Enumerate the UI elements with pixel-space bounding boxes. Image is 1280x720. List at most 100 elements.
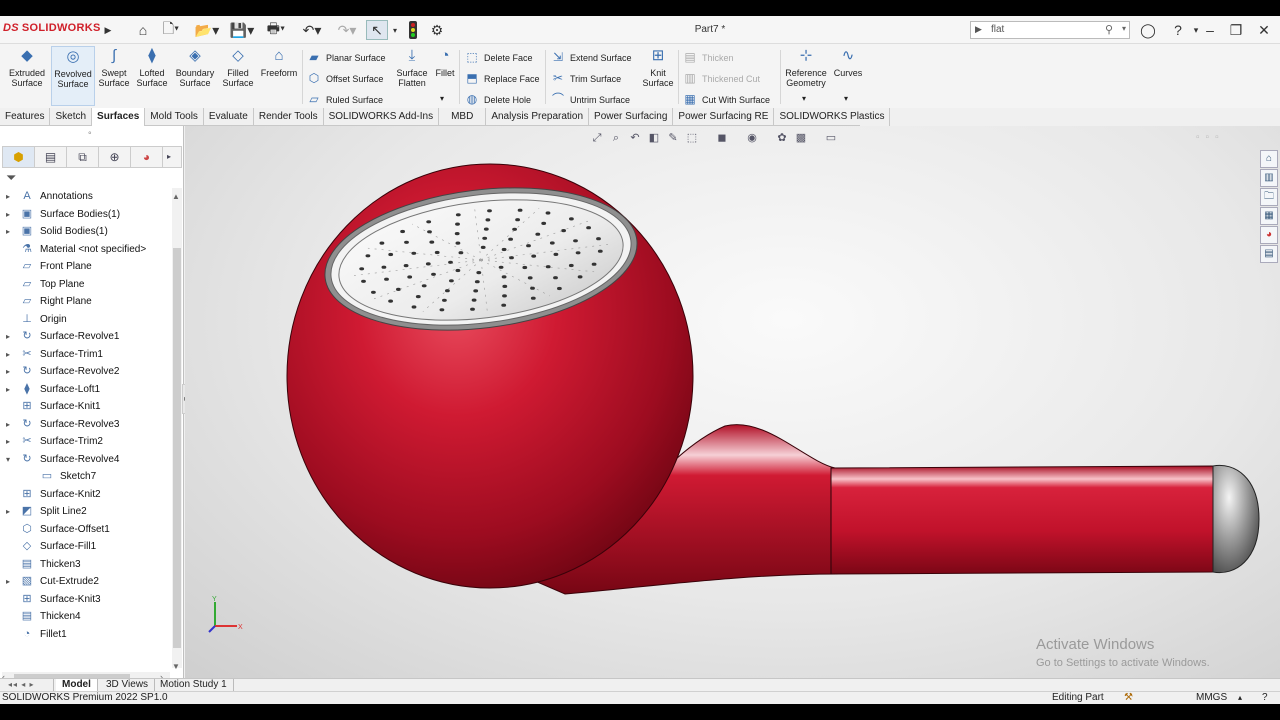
- extruded-surface-button[interactable]: ◆ Extruded Surface: [4, 46, 50, 106]
- tree-node[interactable]: ◇ Surface-Fill1: [0, 538, 170, 556]
- help-status-icon[interactable]: ?: [1262, 692, 1268, 704]
- expand-arrow-icon[interactable]: ▸: [6, 381, 10, 399]
- expand-arrow-icon[interactable]: ▸: [6, 346, 10, 364]
- unit-dropdown-icon[interactable]: ▴: [1238, 692, 1242, 704]
- tree-vertical-scrollbar[interactable]: [172, 188, 182, 668]
- tree-node[interactable]: ⬡ Surface-Offset1: [0, 521, 170, 539]
- tree-node[interactable]: ▱ Right Plane: [0, 293, 170, 311]
- appearances-icon[interactable]: ◕: [1260, 226, 1278, 244]
- trim-surface-button[interactable]: ✂ Trim Surface: [550, 69, 621, 87]
- tab-mbd[interactable]: MBD: [439, 108, 487, 126]
- replace-face-button[interactable]: ⬒ Replace Face: [464, 69, 539, 87]
- expand-arrow-icon[interactable]: ▸: [6, 328, 10, 346]
- filled-surface-button[interactable]: ◇ Filled Surface: [219, 46, 257, 106]
- scroll-down-icon[interactable]: ▼: [172, 662, 180, 671]
- tree-node[interactable]: ⊥ Origin: [0, 311, 170, 329]
- design-library-icon[interactable]: ▥: [1260, 169, 1278, 187]
- tab-surfaces[interactable]: Surfaces: [92, 108, 146, 126]
- tree-node[interactable]: ▸ A Annotations: [0, 188, 170, 206]
- tree-node[interactable]: ▸ ↻ Surface-Revolve1: [0, 328, 170, 346]
- minimize-button[interactable]: –: [1200, 20, 1220, 40]
- offset-surface-button[interactable]: ⬡ Offset Surface: [306, 69, 384, 87]
- print-icon[interactable]: 🖶▾: [262, 20, 290, 40]
- filter-icon[interactable]: ⏷: [6, 170, 16, 186]
- tree-node[interactable]: ▤ Thicken3: [0, 556, 170, 574]
- delete-face-button[interactable]: ⬚ Delete Face: [464, 48, 532, 66]
- select-cursor-icon[interactable]: ↖: [366, 20, 388, 40]
- tree-node[interactable]: ▸ ▣ Solid Bodies(1): [0, 223, 170, 241]
- fillet-dropdown-icon[interactable]: ▾: [440, 90, 444, 108]
- extend-surface-button[interactable]: ⇲ Extend Surface: [550, 48, 632, 66]
- solidworks-logo[interactable]: DS SOLIDWORKS: [3, 22, 101, 34]
- curves-dropdown-icon[interactable]: ▾: [844, 90, 848, 108]
- shower-head-model[interactable]: [185, 126, 1280, 678]
- new-document-icon[interactable]: 🗋▾: [158, 20, 184, 40]
- panel-collapse-handle[interactable]: °: [88, 130, 92, 140]
- thicken-button[interactable]: ▤ Thicken: [682, 48, 733, 66]
- cut-with-surface-button[interactable]: ▦ Cut With Surface: [682, 90, 770, 108]
- rebuild-status-icon[interactable]: ⚒: [1124, 692, 1133, 704]
- revolved-surface-button[interactable]: ◎ Revolved Surface: [51, 46, 95, 106]
- tab-power-surfacing-re[interactable]: Power Surfacing RE: [673, 108, 775, 126]
- search-dropdown-icon[interactable]: ▾: [1122, 24, 1126, 33]
- expand-arrow-icon[interactable]: ▸: [6, 223, 10, 241]
- tree-node[interactable]: ▸ ◩ Split Line2: [0, 503, 170, 521]
- tree-node[interactable]: ▸ ↻ Surface-Revolve3: [0, 416, 170, 434]
- select-dropdown-icon[interactable]: ▾: [390, 20, 400, 40]
- redo-icon[interactable]: ↷▾: [334, 20, 360, 40]
- unit-system-label[interactable]: MMGS: [1196, 692, 1227, 704]
- tree-node[interactable]: ▱ Top Plane: [0, 276, 170, 294]
- dimxpert-manager-tab-icon[interactable]: ⊕: [99, 147, 131, 167]
- save-icon[interactable]: 💾▾: [228, 20, 256, 40]
- planar-surface-button[interactable]: ▰ Planar Surface: [306, 48, 385, 66]
- restore-button[interactable]: ❐: [1226, 20, 1246, 40]
- tree-node[interactable]: ▸ ✂ Surface-Trim1: [0, 346, 170, 364]
- file-explorer-icon[interactable]: 🗀: [1260, 188, 1278, 206]
- scroll-up-icon[interactable]: ▲: [172, 192, 180, 201]
- knit-surface-button[interactable]: ⊞ Knit Surface: [640, 46, 676, 106]
- delete-hole-button[interactable]: ◍ Delete Hole: [464, 90, 531, 108]
- tree-node[interactable]: ▸ ⧫ Surface-Loft1: [0, 381, 170, 399]
- options-gear-icon[interactable]: ⚙: [428, 20, 446, 40]
- tree-node[interactable]: ▸ ✂ Surface-Trim2: [0, 433, 170, 451]
- expand-arrow-icon[interactable]: ▸: [6, 573, 10, 591]
- untrim-surface-button[interactable]: ⌒ Untrim Surface: [550, 90, 630, 108]
- tree-node[interactable]: ▭ Sketch7: [0, 468, 170, 486]
- tree-node[interactable]: ⚗ Material <not specified>: [0, 241, 170, 259]
- expand-arrow-icon[interactable]: ▸: [6, 206, 10, 224]
- tab-solidworks-plastics[interactable]: SOLIDWORKS Plastics: [774, 108, 891, 126]
- undo-icon[interactable]: ↶▾: [298, 20, 326, 40]
- tree-node[interactable]: ▱ Front Plane: [0, 258, 170, 276]
- configuration-manager-tab-icon[interactable]: ⧉: [67, 147, 99, 167]
- home-icon[interactable]: ⌂: [134, 20, 152, 40]
- tree-node[interactable]: ⊞ Surface-Knit2: [0, 486, 170, 504]
- tab-render-tools[interactable]: Render Tools: [254, 108, 324, 126]
- tree-node[interactable]: ▤ Thicken4: [0, 608, 170, 626]
- tree-node[interactable]: ▸ ↻ Surface-Revolve2: [0, 363, 170, 381]
- feature-manager-tab-icon[interactable]: ⬢: [3, 147, 35, 167]
- fillet-button[interactable]: ◔ Fillet: [432, 46, 458, 106]
- reference-geometry-dropdown-icon[interactable]: ▾: [802, 90, 806, 108]
- tab-sketch[interactable]: Sketch: [50, 108, 93, 126]
- freeform-button[interactable]: ⌂ Freeform: [258, 46, 300, 106]
- boundary-surface-button[interactable]: ◈ Boundary Surface: [172, 46, 218, 106]
- tree-node[interactable]: ◔ Fillet1: [0, 626, 170, 644]
- expand-arrow-icon[interactable]: ▸: [6, 503, 10, 521]
- collapse-arrow-icon[interactable]: ▾: [6, 451, 10, 469]
- tree-node[interactable]: ▾ ↻ Surface-Revolve4: [0, 451, 170, 469]
- search-magnifier-icon[interactable]: ⚲: [1105, 23, 1113, 36]
- lofted-surface-button[interactable]: ⧫ Lofted Surface: [133, 46, 171, 106]
- tree-node[interactable]: ▸ ▣ Surface Bodies(1): [0, 206, 170, 224]
- tab-mold-tools[interactable]: Mold Tools: [145, 108, 204, 126]
- view-palette-icon[interactable]: ▦: [1260, 207, 1278, 225]
- tree-node[interactable]: ▸ ▧ Cut-Extrude2: [0, 573, 170, 591]
- property-manager-tab-icon[interactable]: ▤: [35, 147, 67, 167]
- user-account-icon[interactable]: ◯: [1138, 20, 1158, 40]
- scrollbar-thumb[interactable]: [173, 248, 181, 648]
- close-button[interactable]: ✕: [1254, 20, 1274, 40]
- display-manager-tab-icon[interactable]: ◕: [131, 147, 163, 167]
- expand-arrow-icon[interactable]: ▸: [6, 433, 10, 451]
- thickened-cut-button[interactable]: ▥ Thickened Cut: [682, 69, 760, 87]
- solidworks-resources-icon[interactable]: ⌂: [1260, 150, 1278, 168]
- tab-analysis-preparation[interactable]: Analysis Preparation: [486, 108, 590, 126]
